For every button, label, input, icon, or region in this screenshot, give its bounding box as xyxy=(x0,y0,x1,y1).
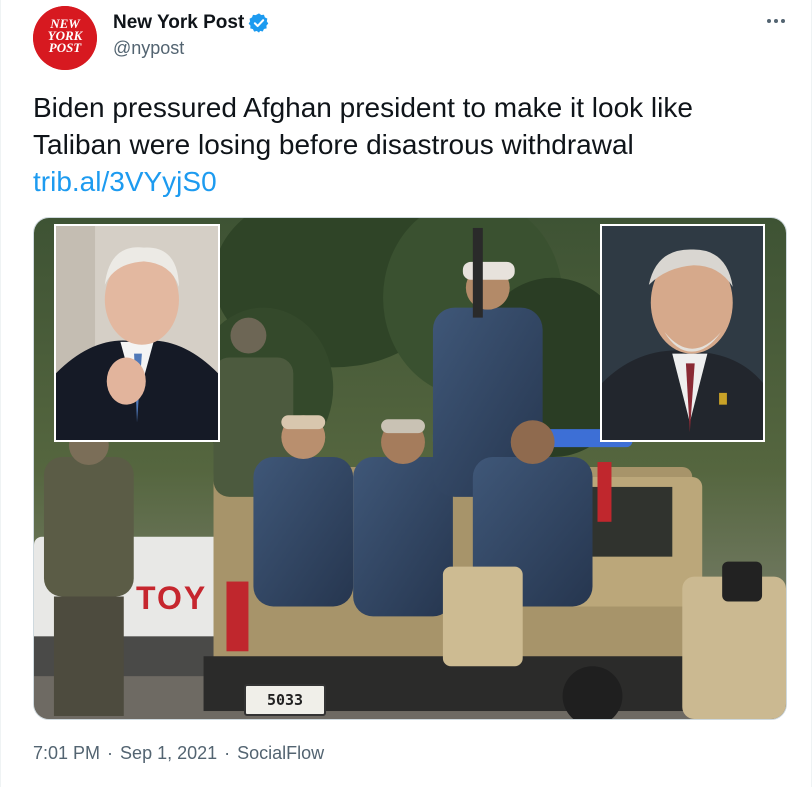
tweet-text-line-1: Biden pressured Afghan president to make… xyxy=(33,92,693,123)
tweet-time[interactable]: 7:01 PM xyxy=(33,743,100,764)
handle[interactable]: @nypost xyxy=(113,38,184,59)
avatar[interactable]: NEW YORK POST xyxy=(33,6,97,70)
meta-separator: · xyxy=(224,743,231,763)
tweet-photo[interactable]: TOY 5033 xyxy=(33,217,787,720)
verified-badge-icon xyxy=(248,12,270,34)
avatar-line-3: POST xyxy=(49,40,83,55)
inset-photo-left xyxy=(54,224,220,442)
truck-brand-text: TOY xyxy=(136,580,208,616)
tweet-card: NEW YORK POST New York Post @nypost Bide… xyxy=(0,0,812,787)
tweet-link[interactable]: trib.al/3VYyjS0 xyxy=(33,163,793,200)
tweet-date[interactable]: Sep 1, 2021 xyxy=(120,743,217,764)
display-name[interactable]: New York Post xyxy=(113,12,244,34)
more-options-icon[interactable] xyxy=(763,10,789,32)
tweet-text: Biden pressured Afghan president to make… xyxy=(33,89,793,200)
inset-photo-right xyxy=(600,224,765,442)
tweet-text-line-2: Taliban were losing before disastrous wi… xyxy=(33,129,634,160)
tweet-meta: 7:01 PM · Sep 1, 2021 · SocialFlow xyxy=(33,743,324,764)
tweet-source[interactable]: SocialFlow xyxy=(237,743,324,764)
jerrycan xyxy=(442,566,523,667)
soldier-left xyxy=(43,425,134,717)
license-plate: 5033 xyxy=(244,684,326,716)
meta-separator: · xyxy=(107,743,114,763)
nypost-logo: NEW YORK POST xyxy=(33,6,97,70)
author-name-row: New York Post xyxy=(113,11,270,35)
